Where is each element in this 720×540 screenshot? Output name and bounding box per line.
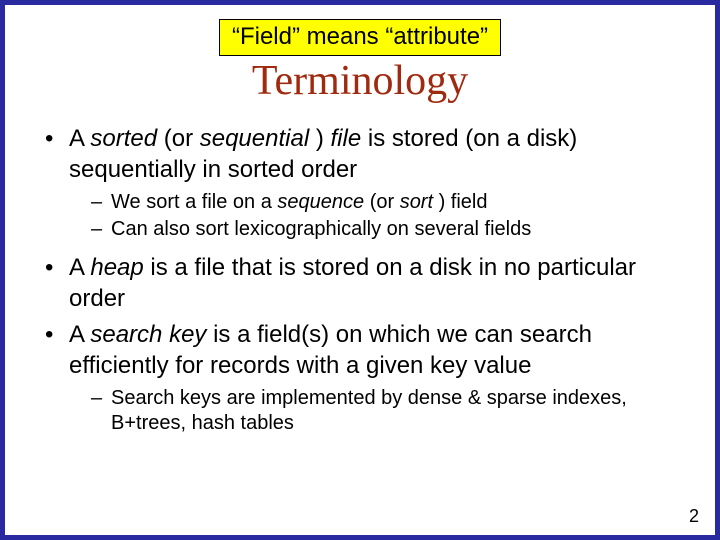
bullet-2: A heap is a file that is stored on a dis… [43,253,689,314]
italic-term: search key [90,321,206,348]
page-number: 2 [689,506,699,527]
text: Search keys are implemented by dense & s… [111,387,627,435]
slide-title: Terminology [31,58,689,104]
italic-term: sequence [277,191,369,213]
sub-list: Search keys are implemented by dense & s… [69,386,689,437]
text: A [69,125,90,152]
text: ) [316,125,331,152]
text: is a file that is stored on a disk in no… [69,254,636,312]
text: (or [157,125,200,152]
sub-list: We sort a file on a sequence (or sort ) … [69,190,689,243]
italic-term: file [331,125,362,152]
text: ) field [439,191,488,213]
text: Can also sort lexicographically on sever… [111,218,531,240]
callout-box: “Field” means “attribute” [219,19,501,56]
text: A [69,254,90,281]
sub-bullet: We sort a file on a sequence (or sort ) … [91,190,689,216]
italic-term: sequential [200,125,316,152]
italic-term: sorted [90,125,157,152]
italic-term: sort [400,191,439,213]
bullet-3: A search key is a field(s) on which we c… [43,320,689,437]
callout-text: “Field” means “attribute” [232,23,488,50]
sub-bullet: Can also sort lexicographically on sever… [91,217,689,243]
text: (or [370,191,400,213]
sub-bullet: Search keys are implemented by dense & s… [91,386,689,437]
bullet-1: A sorted (or sequential ) file is stored… [43,124,689,243]
bullet-list: A sorted (or sequential ) file is stored… [31,124,689,437]
italic-term: heap [90,254,143,281]
text: A [69,321,90,348]
slide-container: “Field” means “attribute” Terminology A … [0,0,720,540]
text: We sort a file on a [111,191,277,213]
